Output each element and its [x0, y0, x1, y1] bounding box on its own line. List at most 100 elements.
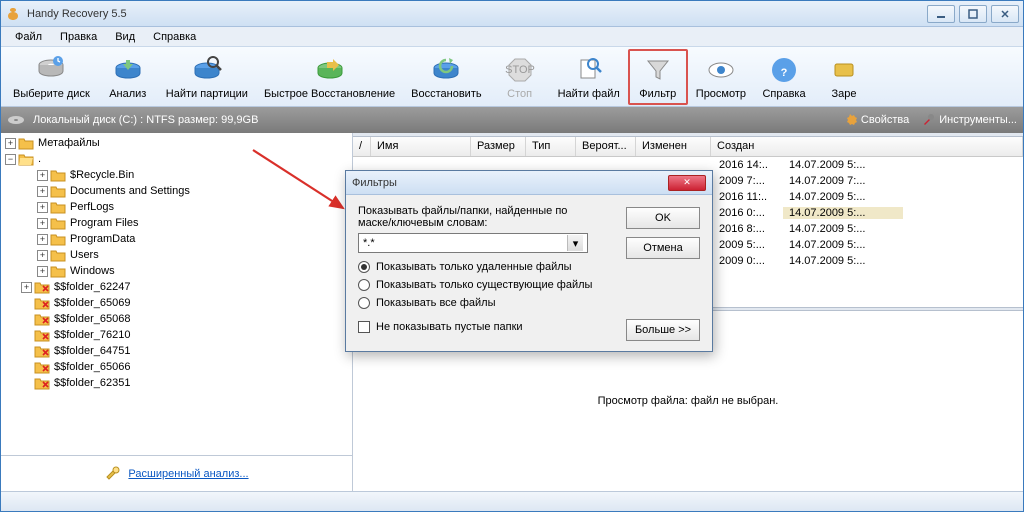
dialog-close-button[interactable]: ✕ — [668, 175, 706, 191]
select-disk-button[interactable]: Выберите диск — [5, 49, 98, 105]
list-row[interactable]: 2016 14:..14.07.2009 5:... — [713, 157, 1023, 173]
tree-item[interactable]: +ProgramData — [3, 231, 352, 247]
tree-item-deleted[interactable]: $$folder_64751 — [3, 343, 352, 359]
dialog-titlebar[interactable]: Фильтры ✕ — [346, 171, 712, 195]
expander-icon[interactable]: − — [5, 154, 16, 165]
tree-item[interactable]: +Documents and Settings — [3, 183, 352, 199]
expander-icon[interactable]: + — [37, 170, 48, 181]
filter-button[interactable]: Фильтр — [628, 49, 688, 105]
list-row[interactable]: 2009 5:...14.07.2009 5:... — [713, 237, 1023, 253]
expander-icon[interactable]: + — [37, 186, 48, 197]
mask-combobox[interactable]: *.* ▾ — [358, 233, 588, 253]
deleted-folder-icon — [34, 344, 50, 358]
menu-edit[interactable]: Правка — [52, 29, 105, 45]
find-file-button[interactable]: Найти файл — [550, 49, 628, 105]
dialog-description: Показывать файлы/папки, найденные по мас… — [358, 205, 588, 229]
folder-icon — [50, 168, 66, 182]
tree-item[interactable]: +Users — [3, 247, 352, 263]
properties-link[interactable]: Свойства — [843, 113, 909, 127]
tree-item[interactable]: +$Recycle.Bin — [3, 167, 352, 183]
expander-icon[interactable]: + — [37, 218, 48, 229]
tree-item-deleted[interactable]: $$folder_65068 — [3, 311, 352, 327]
col-slash[interactable]: / — [353, 137, 371, 156]
menu-view[interactable]: Вид — [107, 29, 143, 45]
folder-icon — [50, 200, 66, 214]
find-partitions-button[interactable]: Найти партиции — [158, 49, 256, 105]
close-button[interactable] — [991, 5, 1019, 23]
folder-icon — [50, 264, 66, 278]
expander-icon[interactable]: + — [5, 138, 16, 149]
folder-icon — [18, 136, 34, 150]
chevron-down-icon: ▾ — [567, 235, 583, 251]
tree-item-deleted[interactable]: +$$folder_62247 — [3, 279, 352, 295]
list-header: / Имя Размер Тип Вероят... Изменен Созда… — [353, 137, 1023, 157]
titlebar: Handy Recovery 5.5 — [1, 1, 1023, 27]
radio-icon — [358, 261, 370, 273]
pathbar-text: Локальный диск (C:) : NTFS размер: 99,9G… — [33, 114, 258, 126]
folder-icon — [50, 248, 66, 262]
more-button[interactable]: Больше >> — [626, 319, 700, 341]
radio-deleted-only[interactable]: Показывать только удаленные файлы — [358, 261, 700, 273]
col-created[interactable]: Создан — [711, 137, 1023, 156]
toolbar: Выберите диск Анализ Найти партиции Быст… — [1, 47, 1023, 107]
menu-help[interactable]: Справка — [145, 29, 204, 45]
expander-icon[interactable]: + — [37, 202, 48, 213]
fast-recovery-button[interactable]: Быстрое Восстановление — [256, 49, 403, 105]
register-button[interactable]: Заре — [814, 49, 874, 105]
analyze-icon — [112, 54, 144, 86]
radio-existing-only[interactable]: Показывать только существующие файлы — [358, 279, 700, 291]
statusbar — [1, 491, 1023, 511]
preview-icon — [705, 54, 737, 86]
preview-button[interactable]: Просмотр — [688, 49, 754, 105]
tree-item-deleted[interactable]: $$folder_65066 — [3, 359, 352, 375]
folder-tree[interactable]: +Метафайлы −. +$Recycle.Bin+Documents an… — [1, 133, 352, 455]
list-row[interactable]: 2016 0:...14.07.2009 5:... — [713, 205, 1023, 221]
tree-item[interactable]: +PerfLogs — [3, 199, 352, 215]
help-button[interactable]: ? Справка — [754, 49, 814, 105]
col-name[interactable]: Имя — [371, 137, 471, 156]
stop-icon: STOP — [504, 54, 536, 86]
expander-icon[interactable]: + — [21, 282, 32, 293]
list-row[interactable]: 2016 8:...14.07.2009 5:... — [713, 221, 1023, 237]
filter-icon — [642, 54, 674, 86]
col-modified[interactable]: Изменен — [636, 137, 711, 156]
tree-item[interactable]: +Program Files — [3, 215, 352, 231]
partitions-icon — [191, 54, 223, 86]
cancel-button[interactable]: Отмена — [626, 237, 700, 259]
recover-button[interactable]: Восстановить — [403, 49, 489, 105]
tree-item-metafiles[interactable]: +Метафайлы — [3, 135, 352, 151]
deleted-folder-icon — [34, 280, 50, 294]
advanced-analysis-bar: Расширенный анализ... — [1, 455, 352, 491]
maximize-button[interactable] — [959, 5, 987, 23]
tree-item-root[interactable]: −. — [3, 151, 352, 167]
flashlight-icon — [104, 463, 122, 484]
tree-item[interactable]: +Windows — [3, 263, 352, 279]
ok-button[interactable]: OK — [626, 207, 700, 229]
radio-icon — [358, 279, 370, 291]
register-icon — [828, 54, 860, 86]
tree-item-deleted[interactable]: $$folder_76210 — [3, 327, 352, 343]
list-row[interactable]: 2016 11:..14.07.2009 5:... — [713, 189, 1023, 205]
col-size[interactable]: Размер — [471, 137, 526, 156]
col-prob[interactable]: Вероят... — [576, 137, 636, 156]
deleted-folder-icon — [34, 328, 50, 342]
minimize-button[interactable] — [927, 5, 955, 23]
col-type[interactable]: Тип — [526, 137, 576, 156]
deleted-folder-icon — [34, 312, 50, 326]
expander-icon[interactable]: + — [37, 266, 48, 277]
expander-icon[interactable]: + — [37, 234, 48, 245]
analyze-button[interactable]: Анализ — [98, 49, 158, 105]
folder-icon — [50, 216, 66, 230]
app-icon — [5, 6, 21, 22]
menu-file[interactable]: Файл — [7, 29, 50, 45]
advanced-analysis-link[interactable]: Расширенный анализ... — [128, 468, 248, 480]
list-row[interactable]: 2009 7:...14.07.2009 7:... — [713, 173, 1023, 189]
checkbox-icon — [358, 321, 370, 333]
radio-all-files[interactable]: Показывать все файлы — [358, 297, 700, 309]
svg-text:?: ? — [781, 67, 788, 79]
tools-link[interactable]: Инструменты... — [921, 113, 1017, 127]
tree-item-deleted[interactable]: $$folder_62351 — [3, 375, 352, 391]
expander-icon[interactable]: + — [37, 250, 48, 261]
tree-item-deleted[interactable]: $$folder_65069 — [3, 295, 352, 311]
list-row[interactable]: 2009 0:...14.07.2009 5:... — [713, 253, 1023, 269]
